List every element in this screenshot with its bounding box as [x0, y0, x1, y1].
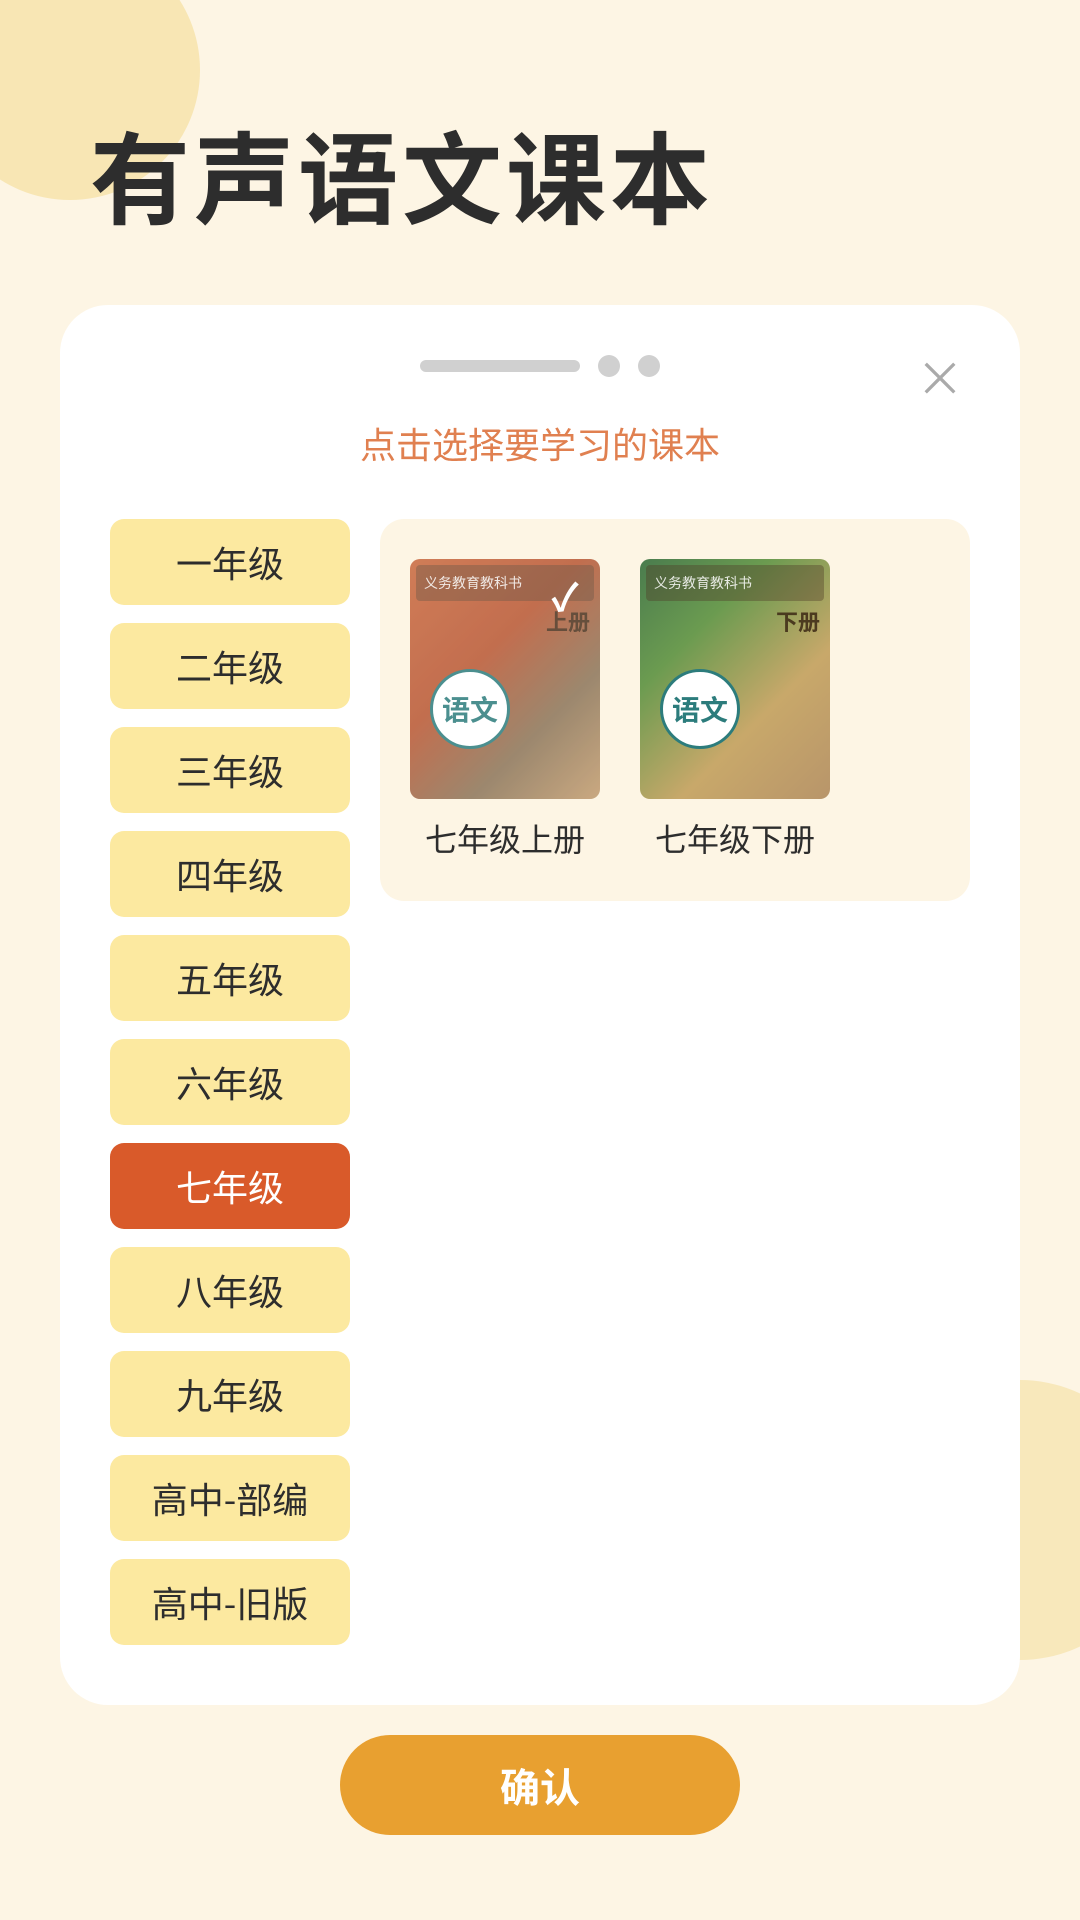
- grade-item-grade-3[interactable]: 三年级: [110, 727, 350, 813]
- book-title-label: 七年级下册: [655, 815, 815, 861]
- grade-item-grade-hs2[interactable]: 高中-旧版: [110, 1559, 350, 1645]
- grade-item-grade-hs1[interactable]: 高中-部编: [110, 1455, 350, 1541]
- check-mark-icon: ✓: [540, 569, 590, 619]
- grade-list: 一年级二年级三年级四年级五年级六年级七年级八年级九年级高中-部编高中-旧版: [110, 519, 350, 1645]
- book-cover-book-7-upper: 义务教育教科书上册语文✓: [410, 559, 600, 799]
- bar-line: [420, 360, 580, 372]
- grade-item-grade-8[interactable]: 八年级: [110, 1247, 350, 1333]
- grade-item-grade-1[interactable]: 一年级: [110, 519, 350, 605]
- close-icon: ×: [916, 351, 964, 399]
- book-emblem: 语文: [660, 669, 740, 749]
- card-subtitle: 点击选择要学习的课本: [110, 417, 970, 469]
- book-cover-book-7-lower: 义务教育教科书下册语文: [640, 559, 830, 799]
- grade-item-grade-9[interactable]: 九年级: [110, 1351, 350, 1437]
- book-vol-label: 下册: [776, 605, 820, 637]
- book-header: 义务教育教科书: [646, 565, 824, 601]
- main-card: × 点击选择要学习的课本 一年级二年级三年级四年级五年级六年级七年级八年级九年级…: [60, 305, 1020, 1705]
- book-check-overlay: ✓: [410, 559, 600, 799]
- grade-item-grade-7[interactable]: 七年级: [110, 1143, 350, 1229]
- bar-dot-2: [638, 355, 660, 377]
- book-item-book-7-lower[interactable]: 义务教育教科书下册语文七年级下册: [640, 559, 830, 861]
- app-title: 有声语文课本: [0, 0, 1080, 245]
- book-item-book-7-upper[interactable]: 义务教育教科书上册语文✓ 七年级上册: [410, 559, 600, 861]
- book-title-label: 七年级上册: [425, 815, 585, 861]
- bottom-bar: 确认: [0, 1705, 1080, 1865]
- confirm-button[interactable]: 确认: [340, 1735, 740, 1835]
- bar-dot-1: [598, 355, 620, 377]
- grade-item-grade-4[interactable]: 四年级: [110, 831, 350, 917]
- grade-item-grade-6[interactable]: 六年级: [110, 1039, 350, 1125]
- grade-item-grade-5[interactable]: 五年级: [110, 935, 350, 1021]
- close-button[interactable]: ×: [910, 345, 970, 405]
- grade-item-grade-2[interactable]: 二年级: [110, 623, 350, 709]
- card-top-bar: ×: [110, 355, 970, 377]
- content-layout: 一年级二年级三年级四年级五年级六年级七年级八年级九年级高中-部编高中-旧版 义务…: [110, 519, 970, 1645]
- book-panel: 义务教育教科书上册语文✓ 七年级上册 义务教育教科书下册语文七年级下册: [380, 519, 970, 901]
